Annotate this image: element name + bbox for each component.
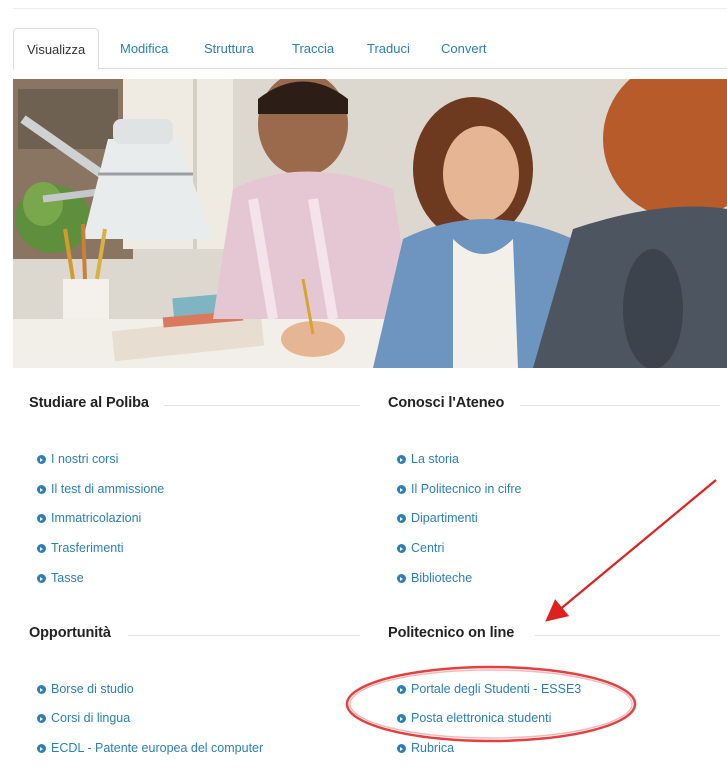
section-title-studiare: Studiare al Poliba <box>29 395 149 411</box>
tab-modifica[interactable]: Modifica <box>120 28 168 68</box>
link-corsi-di-lingua[interactable]: Corsi di lingua <box>37 711 130 725</box>
section-divider <box>520 405 720 406</box>
link-dipartimenti[interactable]: Dipartimenti <box>397 511 478 525</box>
link-politecnico-in-cifre[interactable]: Il Politecnico in cifre <box>397 482 521 496</box>
red-ellipse-icon <box>345 665 637 743</box>
students-photo <box>13 79 727 368</box>
arrow-circle-icon <box>37 455 46 464</box>
link-centri[interactable]: Centri <box>397 541 444 555</box>
link-immatricolazioni[interactable]: Immatricolazioni <box>37 511 141 525</box>
section-title-politecnico-online: Politecnico on line <box>388 625 515 641</box>
section-divider <box>128 635 360 636</box>
arrow-circle-icon <box>397 714 406 723</box>
link-borse-di-studio[interactable]: Borse di studio <box>37 682 134 696</box>
arrow-circle-icon <box>397 574 406 583</box>
arrow-circle-icon <box>37 514 46 523</box>
tab-traccia[interactable]: Traccia <box>292 28 334 68</box>
link-la-storia[interactable]: La storia <box>397 452 459 466</box>
link-posta-elettronica[interactable]: Posta elettronica studenti <box>397 711 551 725</box>
red-ellipse-glow <box>349 669 633 739</box>
arrow-circle-icon <box>397 544 406 553</box>
link-test-ammissione[interactable]: Il test di ammissione <box>37 482 164 496</box>
link-tasse[interactable]: Tasse <box>37 571 84 585</box>
link-biblioteche[interactable]: Biblioteche <box>397 571 472 585</box>
hero-image <box>13 79 727 368</box>
link-i-nostri-corsi[interactable]: I nostri corsi <box>37 452 118 466</box>
section-title-opportunita: Opportunità <box>29 625 111 641</box>
arrow-circle-icon <box>37 574 46 583</box>
red-arrow-icon <box>545 479 717 622</box>
section-title-conosci: Conosci l'Ateneo <box>388 395 505 411</box>
link-portale-studenti-esse3[interactable]: Portale degli Studenti - ESSE3 <box>397 682 581 696</box>
arrow-circle-icon <box>37 685 46 694</box>
top-divider <box>13 8 727 9</box>
tab-traduci[interactable]: Traduci <box>367 28 410 68</box>
arrow-circle-icon <box>37 744 46 753</box>
link-ecdl[interactable]: ECDL - Patente europea del computer <box>37 741 263 755</box>
section-divider <box>164 405 360 406</box>
arrow-circle-icon <box>397 455 406 464</box>
arrow-circle-icon <box>37 485 46 494</box>
arrow-circle-icon <box>397 485 406 494</box>
tab-struttura[interactable]: Struttura <box>204 28 254 68</box>
tab-convert[interactable]: Convert <box>441 28 487 68</box>
section-divider <box>535 635 720 636</box>
link-rubrica[interactable]: Rubrica <box>397 741 454 755</box>
arrow-circle-icon <box>37 714 46 723</box>
link-trasferimenti[interactable]: Trasferimenti <box>37 541 123 555</box>
arrow-circle-icon <box>397 744 406 753</box>
arrow-circle-icon <box>37 544 46 553</box>
tab-visualizza[interactable]: Visualizza <box>13 28 100 70</box>
arrow-circle-icon <box>397 685 406 694</box>
tab-bar: Visualizza Modifica Struttura Traccia Tr… <box>13 28 727 70</box>
arrow-circle-icon <box>397 514 406 523</box>
